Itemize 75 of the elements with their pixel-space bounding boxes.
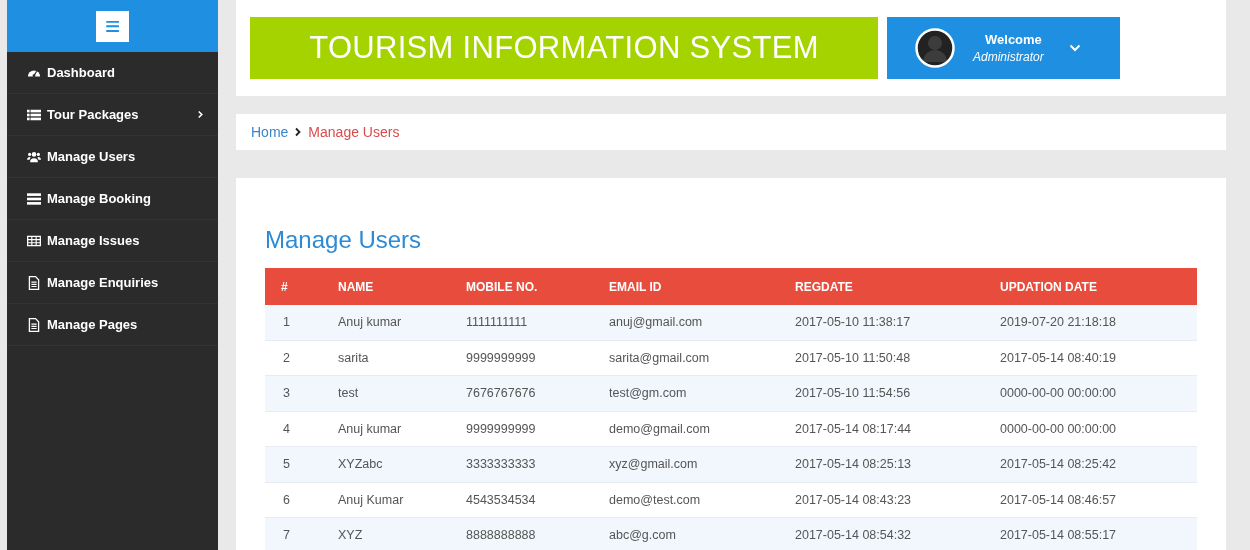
sidebar-label: Dashboard (47, 65, 116, 80)
sidebar-item[interactable]: Tour Packages (7, 94, 218, 136)
table-icon (27, 233, 41, 248)
table-cell-text: 2017-05-14 08:17:44 (795, 421, 913, 436)
column-header: MOBILE NO. (466, 279, 539, 294)
table-cell-text: Anuj kumar (338, 421, 403, 436)
table-cell-text: 4 (282, 421, 291, 436)
table-cell-text: 1 (282, 315, 291, 330)
sidebar-item[interactable]: Manage Users (7, 136, 218, 178)
table-cell-text: 2017-05-10 11:54:56 (795, 386, 912, 401)
page-title: Manage Users (265, 226, 423, 254)
table-cell-text: 9999999999 (466, 350, 537, 365)
sidebar-item[interactable]: Manage Booking (7, 178, 218, 220)
sidebar-label: Manage Issues (47, 233, 141, 248)
table-cell-text: abc@g.com (609, 528, 677, 543)
table-cell-text: sarita@gmail.com (609, 350, 711, 365)
table-cell-text: Anuj Kumar (338, 492, 405, 507)
table-cell-text: 2017-05-14 08:25:13 (795, 457, 913, 472)
list-icon (27, 107, 41, 122)
table-cell-text: 3333333333 (466, 457, 537, 472)
sidebar-item[interactable]: Manage Pages (7, 304, 218, 346)
table-cell-text: 3 (282, 386, 291, 401)
table-cell-text: sarita (338, 350, 370, 365)
table-cell-text: 7676767676 (466, 386, 537, 401)
table-cell-text: 2017-05-14 08:55:17 (1000, 528, 1118, 543)
table-cell-text: 1111111111 (466, 315, 529, 330)
sidebar-label: Manage Pages (47, 317, 139, 332)
table-cell-text: anuj@gmail.com (609, 315, 704, 330)
column-header: # (280, 279, 289, 294)
table-cell-text: 4543534534 (466, 492, 537, 507)
sidebar-item[interactable]: Dashboard (7, 52, 218, 94)
table-cell-text: 2017-05-14 08:54:32 (795, 528, 913, 543)
table-cell-text: 2017-05-14 08:25:42 (1000, 457, 1118, 472)
column-header: UPDATION DATE (1000, 279, 1098, 294)
table-cell-text: test (338, 386, 360, 401)
table-cell-text: 8888888888 (466, 528, 537, 543)
table-cell-text: xyz@gmail.com (609, 457, 699, 472)
table-cell-text: 2017-05-10 11:50:48 (795, 350, 912, 365)
table-cell-text: Anuj kumar (338, 315, 403, 330)
document-icon (27, 275, 41, 290)
table-cell-text: 6 (282, 492, 291, 507)
caret-icon (1069, 44, 1081, 52)
table-cell-text: demo@test.com (609, 492, 702, 507)
breadcrumb-current: Manage Users (308, 124, 400, 140)
column-header: REGDATE (795, 279, 854, 294)
table-cell-text: 2017-05-14 08:40:19 (1000, 350, 1118, 365)
site-title: TOURISM INFORMATION SYSTEM (309, 30, 819, 66)
sidebar-label: Manage Enquiries (47, 275, 160, 290)
sidebar-label: Manage Booking (47, 191, 152, 206)
table-cell-text: 2017-05-14 08:46:57 (1000, 492, 1118, 507)
list-icon (27, 191, 41, 206)
table-cell-text: 7 (282, 528, 291, 543)
table-cell-text: 9999999999 (466, 421, 537, 436)
table-cell-text: 5 (282, 457, 291, 472)
table-cell-text: XYZ (338, 528, 364, 543)
table-cell-text: 2019-07-20 21:18:18 (1000, 315, 1118, 330)
table-cell-text: 2 (282, 350, 291, 365)
table-cell-text: 0000-00-00 00:00:00 (1000, 386, 1118, 401)
breadcrumb-link[interactable]: Home (251, 124, 289, 140)
sidebar-item[interactable]: Manage Issues (7, 220, 218, 262)
avatar-icon (915, 28, 955, 68)
sidebar-label: Manage Users (47, 149, 137, 164)
table-cell-text: 2017-05-14 08:43:23 (795, 492, 913, 507)
document-icon (27, 317, 41, 332)
table-cell-text: 2017-05-10 11:38:17 (795, 315, 912, 330)
table-cell-text: 0000-00-00 00:00:00 (1000, 421, 1118, 436)
chevron-icon (294, 127, 303, 137)
table-cell-text: demo@gmail.com (609, 421, 711, 436)
column-header: EMAIL ID (609, 279, 663, 294)
column-header: NAME (338, 279, 375, 294)
sidebar-item[interactable]: Manage Enquiries (7, 262, 218, 304)
sidebar-label: Tour Packages (47, 107, 140, 122)
users-icon (27, 149, 41, 164)
table-cell-text: XYZabc (338, 457, 384, 472)
table-cell-text: test@gm.com (609, 386, 688, 401)
